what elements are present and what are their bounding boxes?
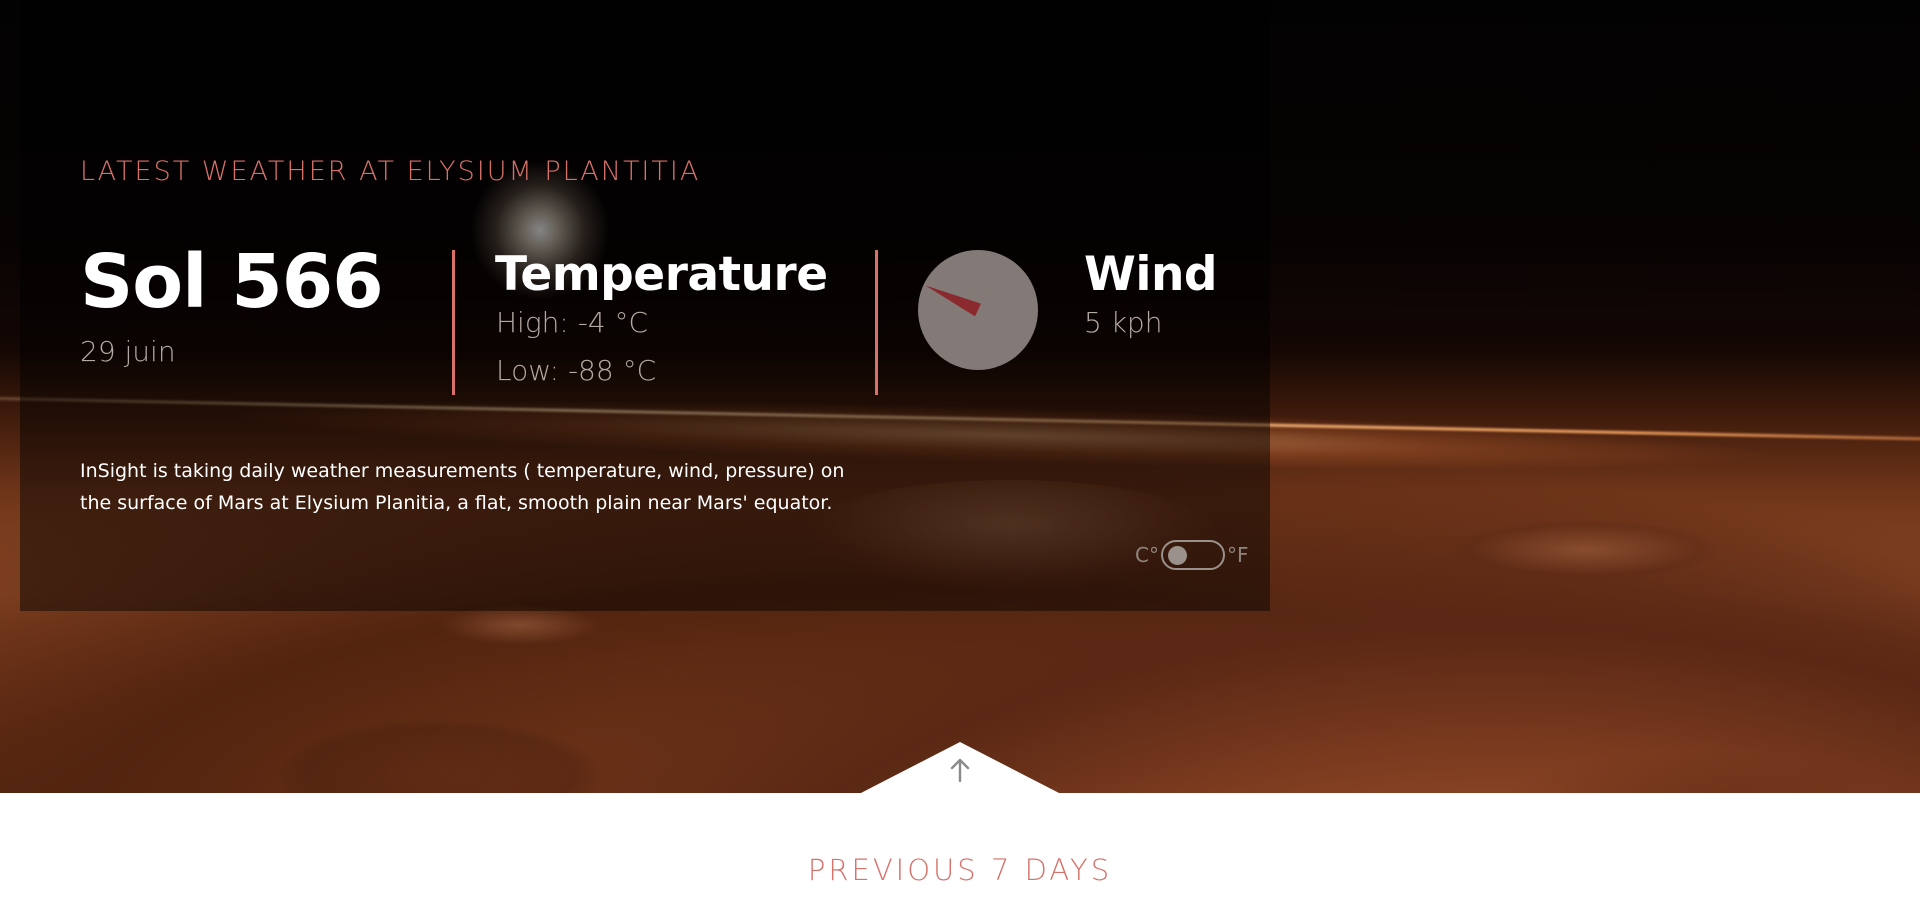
temperature-low: Low: -88 °C [496,354,657,387]
wind-speed: 5 kph [1084,306,1163,339]
mission-description: InSight is taking daily weather measurem… [80,460,845,514]
fahrenheit-label: °F [1226,543,1249,567]
sol-number: Sol 566 [80,239,384,325]
mars-background: LATEST WEATHER AT ELYSIUM PLANTITIA Sol … [0,0,1920,793]
crater [1450,520,1720,580]
unit-toggle[interactable]: C° °F [1135,540,1248,570]
celsius-label: C° [1135,543,1159,567]
section-divider [875,250,878,395]
previous-days-heading: PREVIOUS 7 DAYS [807,853,1113,887]
wind-label: Wind [1084,247,1218,302]
unit-switch[interactable] [1160,540,1225,570]
arrow-up-icon[interactable] [946,756,974,784]
temperature-high: High: -4 °C [496,306,649,339]
unit-switch-knob[interactable] [1167,546,1187,565]
current-weather-heading: LATEST WEATHER AT ELYSIUM PLANTITIA [80,156,701,187]
current-weather-card: LATEST WEATHER AT ELYSIUM PLANTITIA Sol … [20,0,1270,611]
crater [280,720,600,793]
sol-date: 29 juin [80,335,176,368]
temperature-label: Temperature [495,247,828,302]
compass-icon [918,250,1038,370]
crater [1500,750,1920,793]
crater [440,605,600,645]
section-divider [452,250,455,395]
